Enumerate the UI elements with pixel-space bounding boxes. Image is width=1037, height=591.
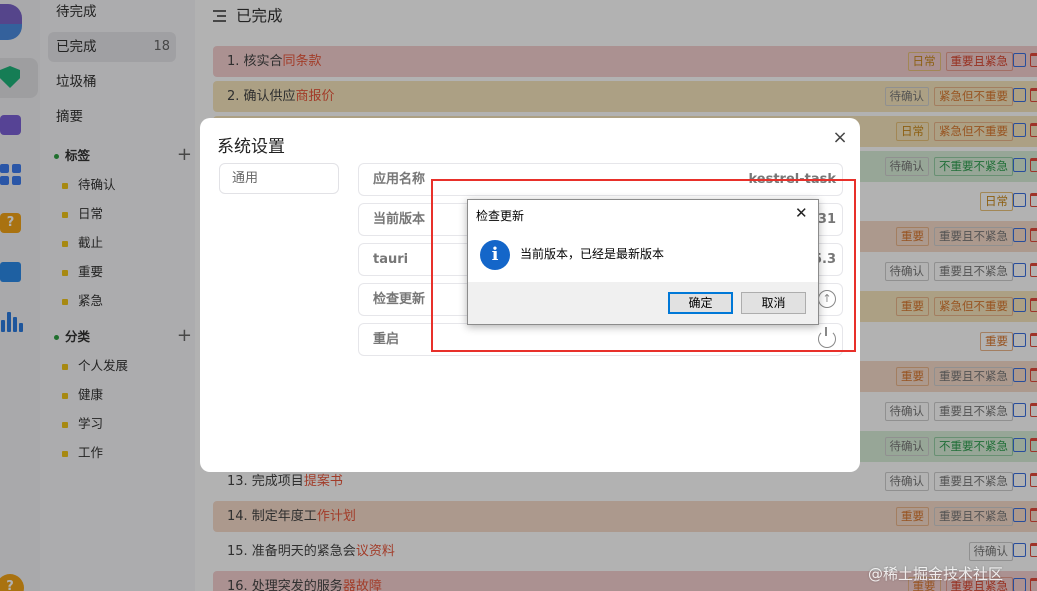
close-icon[interactable]: × [832, 127, 848, 148]
setting-label: 当前版本 [373, 212, 426, 227]
ok-button[interactable]: 确定 [668, 292, 733, 314]
dialog-title: 检查更新 [476, 209, 525, 223]
setting-label: 重启 [373, 332, 400, 347]
setting-label: tauri [373, 252, 409, 267]
cancel-button[interactable]: 取消 [741, 292, 806, 314]
tab-general[interactable]: 通用 [219, 163, 339, 194]
watermark: @稀土掘金技术社区 [868, 565, 1004, 583]
setting-label: 应用名称 [373, 172, 426, 187]
update-dialog: 检查更新 ✕ i 当前版本，已经是最新版本 确定 取消 [467, 199, 819, 325]
close-icon[interactable]: ✕ [795, 204, 808, 222]
setting-label: 检查更新 [373, 292, 426, 307]
info-icon: i [480, 240, 510, 270]
modal-title: 系统设置 [217, 137, 285, 157]
dialog-message: 当前版本，已经是最新版本 [520, 247, 665, 261]
dialog-body: 检查更新 ✕ i 当前版本，已经是最新版本 [468, 200, 818, 282]
